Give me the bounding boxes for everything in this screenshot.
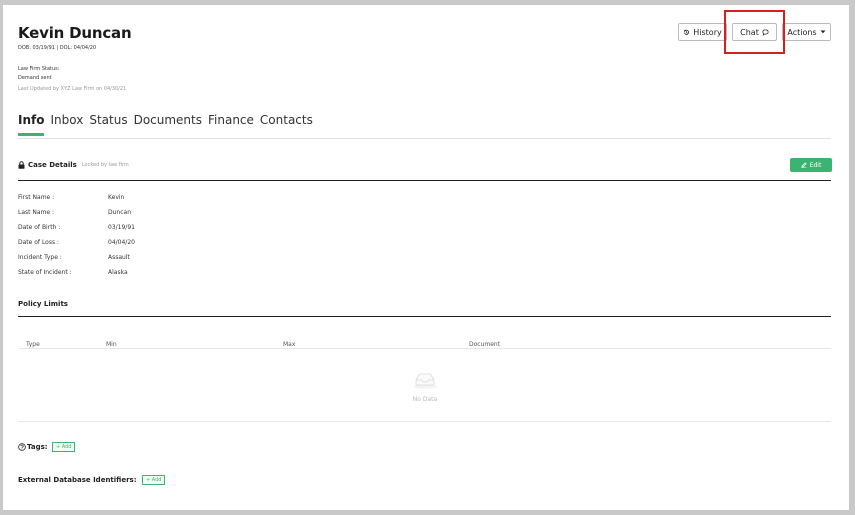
- add-tag-button[interactable]: + Add: [52, 442, 76, 452]
- tags-row: Tags:: [18, 443, 48, 451]
- tab-bar: Info Inbox Status Documents Finance Cont…: [18, 113, 319, 136]
- field-value-dol: 04/04/20: [108, 239, 135, 246]
- field-label-last-name: Last Name :: [18, 209, 55, 216]
- law-firm-status: Law Firm Status:: [18, 66, 60, 72]
- actions-label: Actions: [787, 27, 817, 37]
- table-bottom-rule: [18, 421, 831, 422]
- tab-info[interactable]: Info: [18, 113, 45, 136]
- field-label-dob: Date of Birth :: [18, 224, 61, 231]
- tab-documents[interactable]: Documents: [134, 113, 202, 135]
- locked-note: Locked by law firm: [81, 162, 129, 168]
- pencil-icon: [801, 162, 807, 168]
- add-external-id-button[interactable]: + Add: [142, 475, 166, 485]
- tab-contacts[interactable]: Contacts: [260, 113, 313, 135]
- tab-divider: [18, 138, 831, 139]
- history-button[interactable]: History: [678, 23, 727, 41]
- empty-inbox-icon: [413, 373, 437, 389]
- chat-highlight-box: [724, 10, 785, 54]
- policy-limits-heading: Policy Limits: [18, 300, 68, 308]
- actions-dropdown[interactable]: Actions: [782, 23, 831, 41]
- tab-inbox[interactable]: Inbox: [50, 113, 83, 135]
- column-header-min: Min: [106, 341, 117, 348]
- field-value-state: Alaska: [108, 269, 128, 276]
- edit-label: Edit: [809, 161, 822, 169]
- lock-icon: [18, 161, 25, 169]
- column-header-type: Type: [26, 341, 40, 348]
- page-title: Kevin Duncan: [18, 24, 132, 42]
- caret-down-icon: [820, 30, 826, 34]
- case-details-title: Case Details: [28, 161, 77, 169]
- dob-dol-line: DOB: 03/19/91 | DOL: 04/04/20: [18, 45, 97, 51]
- help-circle-icon: [18, 443, 26, 451]
- edit-button[interactable]: Edit: [790, 158, 832, 172]
- case-details-rule: [18, 180, 831, 181]
- no-data-text: No Data: [412, 396, 438, 403]
- field-label-first-name: First Name :: [18, 194, 55, 201]
- column-header-document: Document: [469, 341, 501, 348]
- table-header-rule: [18, 348, 831, 349]
- column-header-max: Max: [283, 341, 296, 348]
- history-label: History: [693, 27, 722, 37]
- demand-status: Demand sent: [18, 75, 52, 81]
- case-details-heading: Case Details Locked by law firm: [18, 161, 129, 169]
- field-value-last-name: Duncan: [108, 209, 132, 216]
- field-value-dob: 03/19/91: [108, 224, 135, 231]
- field-label-dol: Date of Loss :: [18, 239, 60, 246]
- field-label-incident-type: Incident Type :: [18, 254, 62, 261]
- last-updated: Last Updated by XYZ Law Firm on 04/30/21: [18, 86, 127, 92]
- tab-status[interactable]: Status: [89, 113, 127, 135]
- empty-state: No Data: [403, 371, 447, 403]
- external-ids-label: External Database Identifiers:: [18, 476, 137, 484]
- field-label-state: State of Incident :: [18, 269, 72, 276]
- policy-limits-rule: [18, 316, 831, 317]
- field-value-incident-type: Assault: [108, 254, 130, 261]
- case-page: Kevin Duncan DOB: 03/19/91 | DOL: 04/04/…: [3, 5, 849, 510]
- field-value-first-name: Kevin: [108, 194, 125, 201]
- history-icon: [684, 29, 690, 35]
- tab-finance[interactable]: Finance: [208, 113, 254, 135]
- tags-label: Tags:: [27, 443, 48, 451]
